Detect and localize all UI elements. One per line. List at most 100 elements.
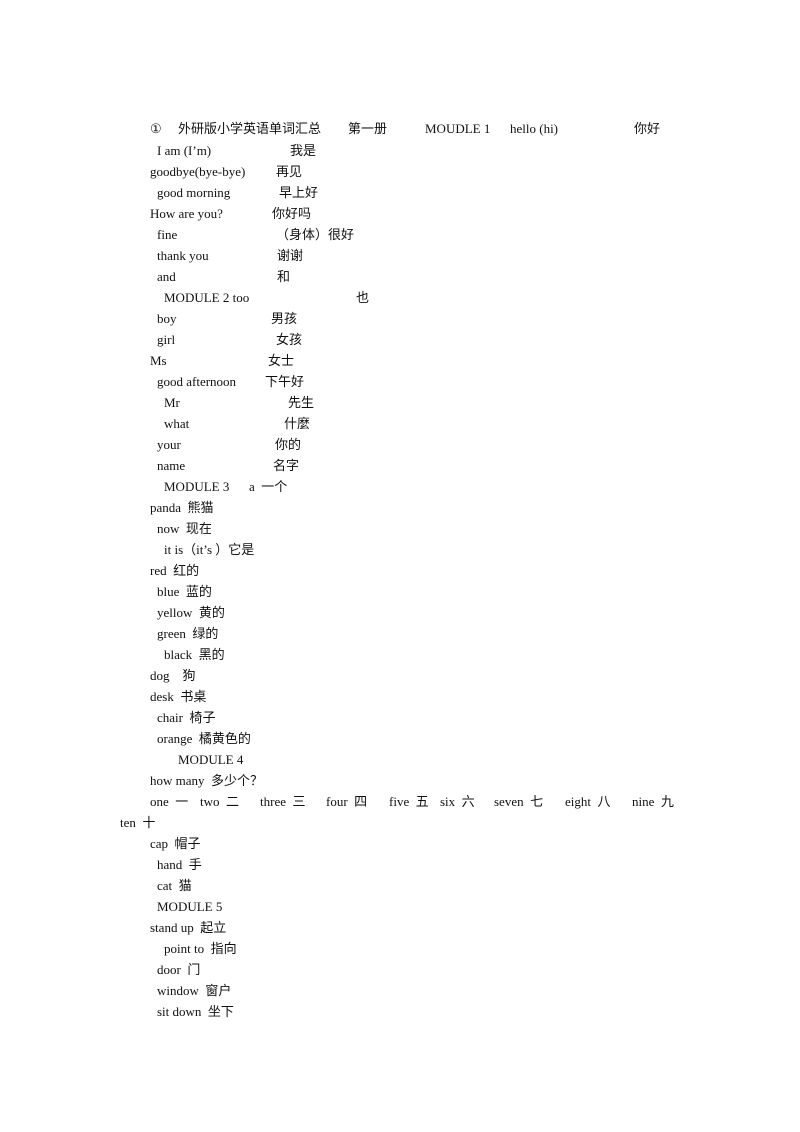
- vocab-line: your 你的: [0, 434, 800, 455]
- vocab-line: door 门: [0, 959, 800, 980]
- vocab-line: sit down 坐下: [0, 1001, 800, 1022]
- vocab-line: black 黑的: [0, 644, 800, 665]
- vocab-segment: seven 七: [494, 794, 544, 809]
- vocab-term: red 红的: [150, 563, 200, 578]
- vocab-term: How are you?: [150, 206, 223, 221]
- vocab-segment: 第一册: [348, 121, 388, 136]
- vocab-segment: 我是: [290, 143, 317, 158]
- vocab-term: it is（it’s ）它是: [164, 542, 255, 557]
- vocab-line: one 一 two 二 three 三 four 四 five 五 six 六 seven …: [0, 791, 800, 812]
- vocab-term: what: [164, 416, 190, 431]
- document-page: ① 外研版小学英语单词汇总 第一册 MOUDLE 1 hello (hi) 你好 I am …: [0, 0, 800, 1132]
- vocab-segment: six 六: [440, 794, 475, 809]
- vocab-segment: 外研版小学英语单词汇总: [178, 121, 322, 136]
- vocab-line: boy 男孩: [0, 308, 800, 329]
- vocab-line: Mr 先生: [0, 392, 800, 413]
- vocab-term: Mr: [164, 395, 180, 410]
- vocab-term: desk 书桌: [150, 689, 207, 704]
- vocab-segment: 你的: [275, 437, 302, 452]
- vocab-line: MODULE 4: [0, 749, 800, 770]
- vocab-line: chair 椅子: [0, 707, 800, 728]
- vocab-segment: 谢谢: [277, 248, 304, 263]
- vocab-line: fine （身体）很好: [0, 224, 800, 245]
- vocab-line: what 什麼: [0, 413, 800, 434]
- vocab-term: cat 猫: [157, 878, 192, 893]
- vocab-line: desk 书桌: [0, 686, 800, 707]
- vocab-segment: hello (hi): [510, 121, 559, 136]
- vocab-term: yellow 黄的: [157, 605, 225, 620]
- vocab-term: window 窗户: [157, 983, 232, 998]
- vocab-segment: 下午好: [265, 374, 305, 389]
- vocab-segment: 男孩: [271, 311, 298, 326]
- vocab-segment: 也: [356, 290, 370, 305]
- vocab-term: your: [157, 437, 181, 452]
- vocab-term: MODULE 5: [157, 899, 223, 914]
- vocab-line: MODULE 2 too 也: [0, 287, 800, 308]
- vocab-segment: 你好: [634, 121, 661, 136]
- vocab-line: dog 狗: [0, 665, 800, 686]
- vocab-line: now 现在: [0, 518, 800, 539]
- vocab-term: good afternoon: [157, 374, 237, 389]
- vocab-term: chair 椅子: [157, 710, 216, 725]
- vocab-segment: 再见: [276, 164, 303, 179]
- vocab-term: panda 熊猫: [150, 500, 214, 515]
- vocab-line: window 窗户: [0, 980, 800, 1001]
- vocab-segment: five 五: [389, 794, 429, 809]
- vocab-term: ①: [150, 121, 162, 136]
- vocab-line: thank you 谢谢: [0, 245, 800, 266]
- vocab-segment: 什麼: [284, 416, 311, 431]
- vocab-term: how many 多少个？: [150, 773, 264, 788]
- vocab-term: and: [157, 269, 176, 284]
- vocab-line: Ms 女士: [0, 350, 800, 371]
- vocab-segment: nine 九: [632, 794, 674, 809]
- vocab-line: how many 多少个？: [0, 770, 800, 791]
- vocab-term: stand up 起立: [150, 920, 227, 935]
- vocab-term: MODULE 3: [164, 479, 230, 494]
- vocab-term: good morning: [157, 185, 231, 200]
- vocab-line: I am (I’m) 我是: [0, 140, 800, 161]
- vocab-term: orange 橘黄色的: [157, 731, 251, 746]
- vocab-term: green 绿的: [157, 626, 219, 641]
- vocab-term: I am (I’m): [157, 143, 212, 158]
- vocab-term: sit down 坐下: [157, 1004, 234, 1019]
- vocab-line: How are you? 你好吗: [0, 203, 800, 224]
- vocab-segment: （身体）很好: [276, 227, 355, 242]
- vocab-line: good morning 早上好: [0, 182, 800, 203]
- vocab-line: goodbye(bye-bye) 再见: [0, 161, 800, 182]
- vocab-term: point to 指向: [164, 941, 237, 956]
- vocab-line: MODULE 3 a 一个: [0, 476, 800, 497]
- vocab-segment: 女孩: [276, 332, 303, 347]
- vocab-term: Ms: [150, 353, 167, 368]
- vocab-term: MODULE 2 too: [164, 290, 250, 305]
- vocab-line: yellow 黄的: [0, 602, 800, 623]
- vocab-term: hand 手: [157, 857, 202, 872]
- vocab-line: ① 外研版小学英语单词汇总 第一册 MOUDLE 1 hello (hi) 你好: [0, 118, 800, 139]
- vocab-line: orange 橘黄色的: [0, 728, 800, 749]
- vocab-line: MODULE 5: [0, 896, 800, 917]
- vocab-segment: 和: [277, 269, 291, 284]
- vocab-line: name 名字: [0, 455, 800, 476]
- vocab-term: MODULE 4: [178, 752, 244, 767]
- vocab-line: blue 蓝的: [0, 581, 800, 602]
- vocab-term: ten 十: [120, 815, 156, 830]
- vocab-term: girl: [157, 332, 176, 347]
- vocab-line: it is（it’s ）它是: [0, 539, 800, 560]
- vocab-segment: three 三: [260, 794, 306, 809]
- vocab-line: cap 帽子: [0, 833, 800, 854]
- vocab-line: point to 指向: [0, 938, 800, 959]
- vocab-line: good afternoon 下午好: [0, 371, 800, 392]
- vocab-segment: MOUDLE 1: [425, 121, 491, 136]
- vocab-segment: 先生: [288, 395, 315, 410]
- vocab-line: stand up 起立: [0, 917, 800, 938]
- vocab-line: red 红的: [0, 560, 800, 581]
- vocab-line: hand 手: [0, 854, 800, 875]
- vocab-line: green 绿的: [0, 623, 800, 644]
- vocab-term: fine: [157, 227, 178, 242]
- vocab-term: now 现在: [157, 521, 212, 536]
- vocab-segment: 女士: [268, 353, 295, 368]
- vocab-term: goodbye(bye-bye): [150, 164, 246, 179]
- vocab-segment: 你好吗: [272, 206, 312, 221]
- vocab-segment: 早上好: [279, 185, 319, 200]
- vocab-term: name: [157, 458, 186, 473]
- vocab-term: cap 帽子: [150, 836, 201, 851]
